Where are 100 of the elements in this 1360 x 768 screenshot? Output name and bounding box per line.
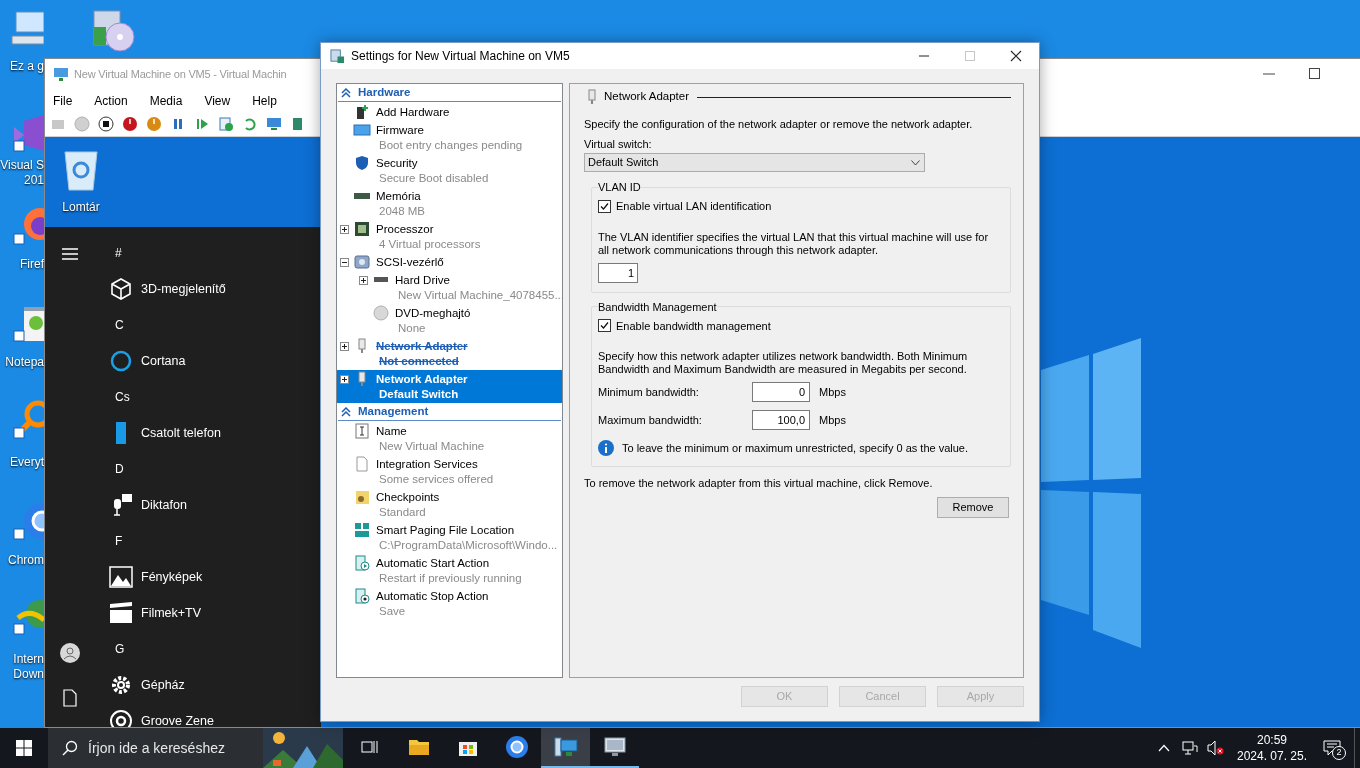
tree-item[interactable]: Network Adapter Default Switch	[337, 370, 562, 403]
tree-item[interactable]: Automatic Stop Action Save	[337, 587, 562, 620]
tree-item[interactable]: Memória 2048 MB	[337, 187, 562, 220]
task-view-icon	[360, 739, 379, 755]
desktop-icon-label[interactable]: Notepa	[5, 355, 44, 370]
tree-item[interactable]: Processzor 4 Virtual processors	[337, 220, 562, 253]
expand-toggle[interactable]	[340, 257, 349, 267]
clock[interactable]: 20:59 2024. 07. 25.	[1234, 732, 1310, 764]
network-icon[interactable]	[1182, 740, 1198, 756]
checkpoint-icon[interactable]	[217, 115, 235, 133]
menu-item[interactable]: Action	[94, 91, 128, 110]
remove-text: To remove the network adapter from this virtual machine, click Remove.	[584, 475, 934, 490]
item-detail: Not connected	[379, 353, 460, 369]
search-field[interactable]: Írjon ide a kereséshez	[88, 728, 263, 768]
close-icon[interactable]	[1010, 50, 1022, 62]
visual-studio-icon[interactable]	[10, 113, 44, 153]
menu-item[interactable]: Help	[252, 91, 277, 110]
search-icon[interactable]	[62, 740, 78, 756]
tree-item[interactable]: Automatic Start Action Restart if previously running	[337, 554, 562, 587]
group-letter: G	[115, 641, 125, 658]
menu-item[interactable]: File	[53, 91, 73, 110]
item-detail: Boot entry changes pending	[379, 137, 523, 153]
desktop-icon-label[interactable]: Firef	[20, 257, 44, 272]
tree-item[interactable]: SCSI-vezérlő	[337, 253, 562, 271]
power-icon[interactable]	[145, 115, 163, 133]
maximize-icon[interactable]	[1307, 66, 1323, 82]
tree-item[interactable]: Name New Virtual Machine	[337, 422, 562, 455]
vlan-description: The VLAN identifier specifies the virtual LAN that this virtual machine will use for all network communications through this network adapter.	[598, 230, 990, 257]
bandwidth-field[interactable]: 0	[752, 382, 810, 402]
monitor-icon[interactable]	[265, 115, 283, 133]
checkbox-label[interactable]: Enable virtual LAN identification	[616, 198, 772, 215]
download-globe-icon[interactable]	[10, 598, 44, 638]
bandwidth-field[interactable]: 100,0	[752, 410, 810, 430]
remove-button[interactable]: Remove	[937, 496, 1009, 518]
app-list-item[interactable]: Fényképek	[45, 559, 226, 595]
desktop-icon-label[interactable]: Intern	[13, 652, 44, 667]
section-header[interactable]: Management	[358, 403, 429, 421]
desktop-icon-label[interactable]: Ez a g	[9, 59, 44, 74]
item-detail: Secure Boot disabled	[379, 170, 489, 186]
item-label: Network Adapter	[376, 371, 468, 387]
disc-icon	[373, 305, 389, 321]
app-list-item[interactable]: 3D-megjelenítő	[45, 271, 226, 307]
desktop-icon-label[interactable]: Everyt	[10, 455, 44, 470]
tree-item[interactable]: Security Secure Boot disabled	[337, 154, 562, 187]
app-list-item[interactable]: Cortana	[45, 343, 226, 379]
virtual-switch-dropdown[interactable]: Default Switch	[584, 153, 925, 172]
app-list-item[interactable]: Filmek+TV	[45, 595, 226, 631]
app-name: Filmek+TV	[141, 604, 202, 622]
ring-icon	[109, 349, 133, 373]
desktop-icon-label[interactable]: 201	[23, 173, 44, 188]
vlan-id-field[interactable]: 1	[598, 262, 638, 283]
item-detail: C:\ProgramData\Microsoft\Windo...	[379, 537, 558, 553]
desktop-icon-label[interactable]: Chrom	[8, 553, 44, 568]
tree-item[interactable]: DVD-meghajtó None	[337, 304, 562, 337]
app-name: Gépház	[141, 676, 185, 694]
notepad-icon[interactable]	[10, 305, 44, 345]
tree-item[interactable]: Smart Paging File Location C:\ProgramData\Microsoft\Windo...	[337, 521, 562, 554]
vlan-checkbox[interactable]	[598, 199, 611, 213]
windows-logo-icon[interactable]	[16, 740, 32, 756]
start-action-icon	[354, 555, 370, 571]
tree-item[interactable]: Integration Services Some services offered	[337, 455, 562, 488]
taskbar-app[interactable]	[541, 728, 590, 768]
item-label: Integration Services	[376, 456, 479, 472]
tree-item[interactable]: Network Adapter Not connected	[337, 337, 562, 370]
document-icon[interactable]	[63, 689, 77, 707]
tree-item[interactable]: Checkpoints Standard	[337, 488, 562, 521]
menu-icon[interactable]	[61, 247, 79, 261]
chevron-up-icon[interactable]	[1158, 744, 1170, 752]
bandwidth-checkbox[interactable]	[598, 319, 611, 333]
expand-toggle[interactable]	[340, 224, 349, 234]
bandwidth-description: Specify how this network adapter utilizes network bandwidth. Both Minimum Bandwidth and Maximum Bandwidth are measured in Megabits per second.	[598, 350, 969, 376]
expand-toggle[interactable]	[359, 275, 368, 285]
desktop-icon-label[interactable]: Visual S	[0, 158, 44, 173]
chevron-down-icon	[911, 159, 920, 166]
checkbox-label[interactable]: Enable bandwidth management	[616, 317, 771, 334]
section-header[interactable]: Hardware	[358, 84, 411, 102]
tree-item[interactable]: Firmware Boot entry changes pending	[337, 121, 562, 154]
avatar-icon[interactable]	[60, 643, 80, 663]
power-off-icon[interactable]	[121, 115, 139, 133]
expand-toggle[interactable]	[340, 341, 349, 351]
app-list-item[interactable]: Gépház	[45, 667, 226, 703]
desktop-icon-label[interactable]: Lomtár	[62, 198, 100, 216]
desktop-icon-label[interactable]: Down	[13, 667, 44, 682]
text-cursor-icon	[354, 423, 370, 439]
app-list-item[interactable]: Groove Zene	[45, 703, 226, 727]
stop-icon[interactable]	[97, 115, 115, 133]
computer-icon[interactable]	[10, 8, 44, 48]
item-detail: 4 Virtual processors	[379, 236, 481, 252]
collapse-chevron-icon[interactable]	[341, 88, 351, 98]
expand-toggle[interactable]	[340, 374, 349, 384]
server-monitor-icon	[553, 736, 578, 758]
tree-item[interactable]: Add Hardware	[337, 103, 562, 121]
magnifier-icon[interactable]	[10, 400, 44, 440]
muted-speaker-icon[interactable]	[1206, 740, 1224, 756]
app-list-item[interactable]: Csatolt telefon	[45, 415, 226, 451]
notification-icon[interactable]	[1323, 740, 1341, 756]
app-list-item[interactable]: Diktafon	[45, 487, 226, 523]
menu-item[interactable]: View	[204, 91, 231, 110]
menu-item[interactable]: Media	[149, 91, 183, 110]
collapse-chevron-icon[interactable]	[341, 407, 351, 417]
